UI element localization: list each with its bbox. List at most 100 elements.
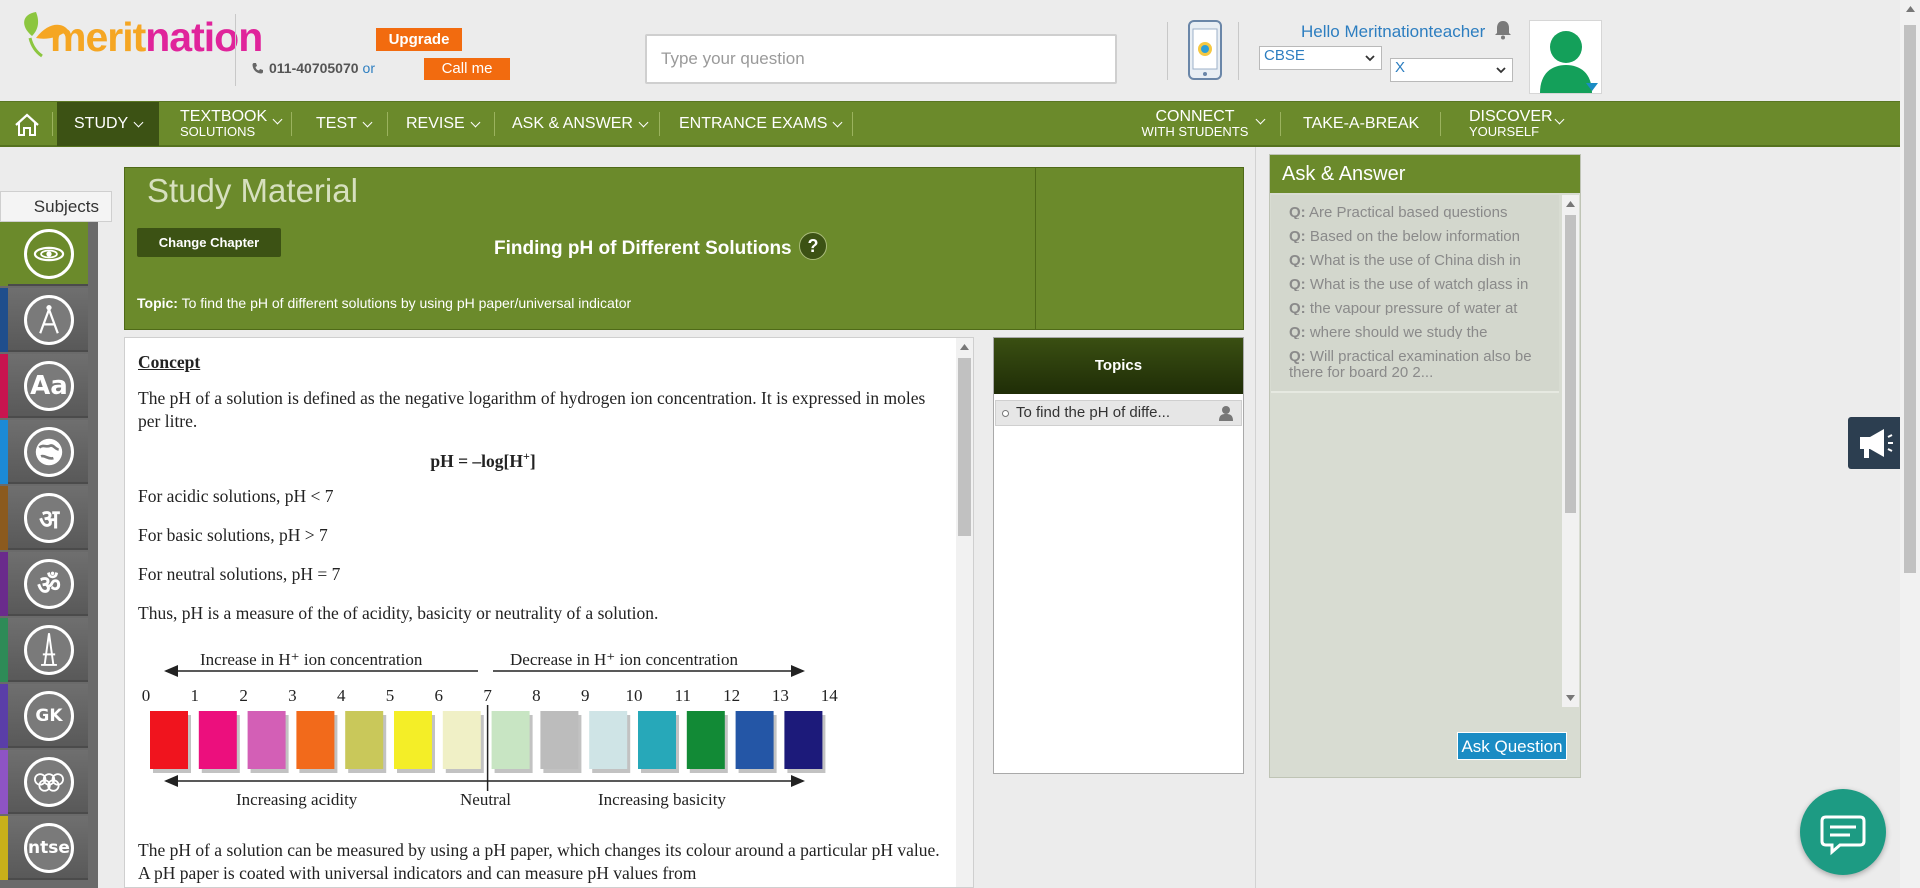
subject-color-strip bbox=[0, 552, 8, 616]
study-material-header: Study Material Change Chapter Finding pH… bbox=[124, 167, 1244, 330]
arrow-head bbox=[791, 774, 805, 787]
scroll-down-arrow-icon[interactable] bbox=[1566, 695, 1575, 701]
mobile-app-icon[interactable] bbox=[1186, 19, 1224, 81]
subject-item[interactable]: GK bbox=[0, 684, 88, 750]
globe-glyph bbox=[35, 438, 63, 466]
ph-color-strip bbox=[442, 710, 481, 769]
ph-color-strip bbox=[638, 710, 676, 769]
header-divider bbox=[1035, 168, 1036, 329]
class-select[interactable]: X bbox=[1390, 58, 1513, 82]
topic-text: To find the pH of different solutions by… bbox=[181, 295, 632, 311]
subject-color-strip bbox=[0, 618, 8, 682]
subject-item[interactable] bbox=[0, 618, 88, 684]
subject-color-strip bbox=[0, 684, 8, 748]
question-list: Q: Are Practical based questions coming … bbox=[1270, 195, 1562, 707]
chat-button[interactable] bbox=[1800, 789, 1886, 875]
decrease-label: Decrease in H⁺ ion concentration bbox=[510, 650, 738, 669]
chevron-down-icon bbox=[1255, 114, 1266, 125]
subject-item[interactable] bbox=[0, 222, 88, 288]
ph-color-strip bbox=[198, 710, 237, 769]
board-select[interactable]: CBSE bbox=[1259, 46, 1382, 70]
nav-revise[interactable]: REVISE bbox=[406, 102, 481, 146]
scroll-up-arrow-icon[interactable] bbox=[1566, 201, 1575, 207]
board-select-value: CBSE bbox=[1264, 47, 1305, 64]
subject-item[interactable] bbox=[0, 288, 88, 354]
ph-number-label: 1 bbox=[191, 686, 200, 705]
notification-bell-icon[interactable] bbox=[1494, 20, 1512, 40]
formula-text: pH = –log[H bbox=[430, 450, 523, 471]
class-select-value: X bbox=[1395, 59, 1406, 76]
question-text: Will practical examination also be there… bbox=[1289, 348, 1532, 381]
meritnation-logo[interactable]: meritnation bbox=[14, 8, 263, 60]
nav-label: STUDY bbox=[74, 115, 129, 132]
help-icon[interactable]: ? bbox=[799, 232, 827, 260]
search-input[interactable] bbox=[645, 34, 1117, 84]
subjects-tab[interactable]: Subjects bbox=[0, 191, 112, 222]
nav-take-a-break[interactable]: TAKE-A-BREAK bbox=[1303, 102, 1419, 146]
content-scrollbar[interactable] bbox=[956, 338, 973, 887]
scroll-up-arrow-icon[interactable] bbox=[960, 344, 969, 350]
subject-item[interactable]: ॐ bbox=[0, 552, 88, 618]
upgrade-button[interactable]: Upgrade bbox=[376, 28, 462, 51]
ask-answer-panel: Ask & Answer Q: Are Practical based ques… bbox=[1269, 154, 1581, 778]
ph-color-strip bbox=[735, 710, 774, 769]
chevron-down-icon bbox=[133, 117, 144, 127]
call-me-button[interactable]: Call me bbox=[424, 58, 510, 80]
nav-textbook-solutions[interactable]: TEXTBOOK SOLUTIONS bbox=[180, 102, 282, 146]
page-scroll-thumb[interactable] bbox=[1904, 25, 1916, 573]
subject-item[interactable]: Aa bbox=[0, 354, 88, 420]
question-list-scrollbar[interactable] bbox=[1562, 195, 1579, 707]
ph-number-label: 8 bbox=[532, 686, 541, 705]
nav-test[interactable]: TEST bbox=[316, 102, 373, 146]
neutral-label: Neutral bbox=[460, 790, 511, 809]
arrow-head bbox=[791, 664, 805, 677]
subject-color-strip bbox=[0, 288, 8, 352]
subject-item[interactable] bbox=[0, 750, 88, 816]
megaphone-icon bbox=[1860, 429, 1893, 458]
ph-number-label: 14 bbox=[821, 686, 839, 705]
nav-study[interactable]: STUDY bbox=[57, 102, 159, 146]
subject-color-strip bbox=[0, 222, 8, 286]
scroll-up-arrow-icon[interactable] bbox=[1906, 6, 1915, 12]
subject-item[interactable]: अ bbox=[0, 486, 88, 552]
home-icon[interactable] bbox=[13, 113, 41, 137]
increase-label: Increase in H⁺ ion concentration bbox=[200, 650, 423, 669]
feedback-megaphone-button[interactable] bbox=[1848, 417, 1900, 469]
nav-separator bbox=[1280, 112, 1281, 136]
basic-line: For basic solutions, pH > 7 bbox=[138, 524, 328, 545]
user-avatar[interactable] bbox=[1529, 20, 1602, 94]
top-header: meritnation Upgrade 011-40705070 or Call … bbox=[0, 0, 1900, 101]
question-item[interactable]: Q: Will practical examination also be th… bbox=[1271, 339, 1559, 393]
science-atom-icon bbox=[24, 229, 74, 279]
formula-superscript: + bbox=[522, 449, 530, 463]
question-list-scroll-thumb[interactable] bbox=[1565, 215, 1576, 513]
nav-separator bbox=[659, 112, 660, 136]
nav-label: ASK & ANSWER bbox=[512, 115, 633, 132]
ph-number-label: 3 bbox=[288, 686, 297, 705]
ph-number-label: 7 bbox=[483, 686, 492, 705]
nav-entrance-exams[interactable]: ENTRANCE EXAMS bbox=[679, 102, 843, 146]
chevron-down-icon bbox=[833, 117, 843, 127]
phone-icon bbox=[252, 63, 263, 74]
globe-icon bbox=[24, 427, 74, 477]
nav-connect[interactable]: CONNECT WITH STUDENTS bbox=[1140, 102, 1250, 146]
measurement-paragraph: The pH of a solution can be measured by … bbox=[138, 839, 940, 883]
user-icon bbox=[1219, 406, 1233, 421]
ph-color-strip bbox=[589, 710, 628, 769]
page-title: Study Material bbox=[147, 172, 358, 209]
topic-description: Topic: To find the pH of different solut… bbox=[137, 295, 631, 311]
subject-item[interactable]: ntse bbox=[0, 816, 88, 882]
english-aa-icon: Aa bbox=[24, 361, 74, 411]
content-scroll-thumb[interactable] bbox=[958, 358, 971, 536]
subject-item[interactable] bbox=[0, 420, 88, 486]
gk-icon: GK bbox=[24, 691, 74, 741]
ask-question-button[interactable]: Ask Question bbox=[1457, 732, 1567, 760]
page-scrollbar[interactable] bbox=[1900, 0, 1920, 888]
subject-color-strip bbox=[0, 816, 8, 880]
nav-discover-yourself[interactable]: DISCOVER YOURSELF bbox=[1469, 102, 1553, 146]
formula-close: ] bbox=[529, 450, 536, 471]
nav-ask-answer[interactable]: ASK & ANSWER bbox=[512, 102, 649, 146]
nav-sublabel: SOLUTIONS bbox=[180, 124, 256, 139]
change-chapter-button[interactable]: Change Chapter bbox=[137, 228, 281, 257]
topic-item[interactable]: To find the pH of diffe... bbox=[995, 400, 1242, 426]
